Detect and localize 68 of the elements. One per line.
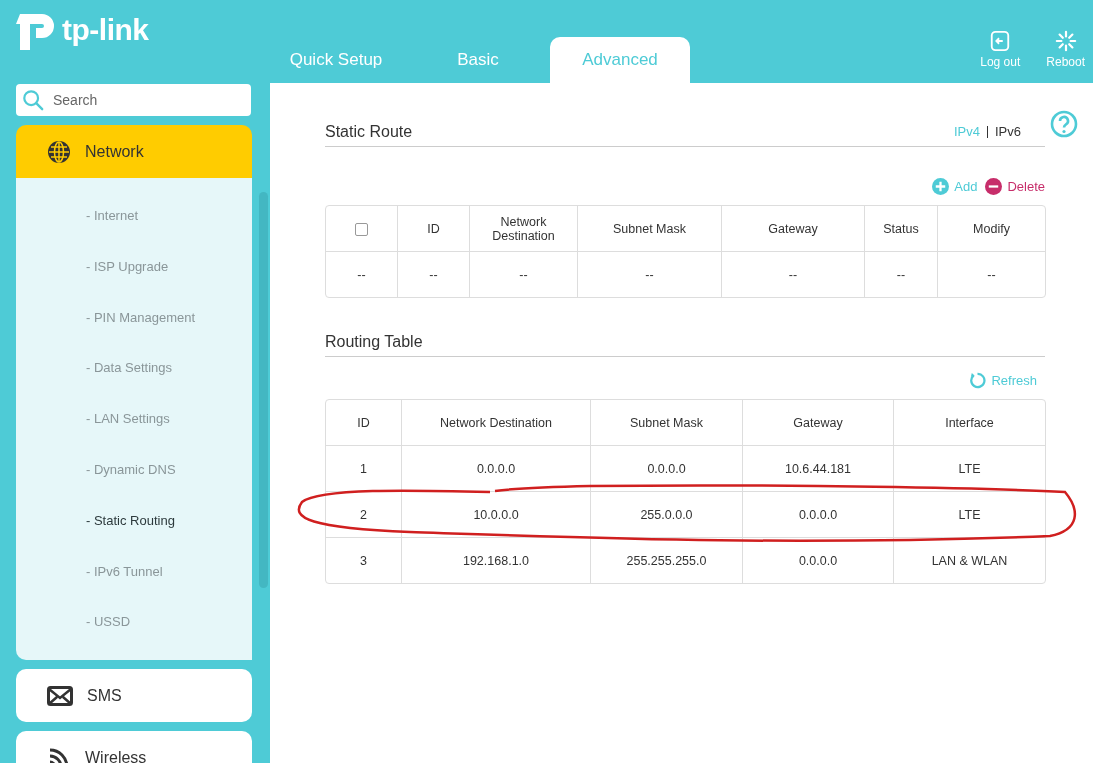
submenu-item[interactable]: - PIN Management [86, 292, 252, 344]
column-header: Subnet Mask [578, 206, 722, 252]
submenu-item[interactable]: - Dynamic DNS [86, 445, 252, 496]
table-cell: LTE [894, 446, 1045, 492]
column-header: Network Destination [470, 206, 578, 252]
table-cell: -- [470, 252, 578, 297]
delete-button[interactable]: Delete [985, 178, 1045, 195]
envelope-icon [47, 685, 73, 706]
column-header: Interface [894, 400, 1045, 446]
submenu-item[interactable]: - Internet [86, 191, 252, 242]
nav-tab[interactable]: Quick Setup [266, 37, 406, 83]
table-cell: 255.255.255.0 [591, 538, 743, 583]
submenu-item[interactable]: - ISP Upgrade [86, 241, 252, 293]
column-header: ID [398, 206, 470, 252]
refresh-button[interactable]: Refresh [969, 372, 1037, 389]
table-cell: LTE [894, 492, 1045, 538]
logout-button[interactable]: Log out [976, 30, 1025, 69]
sidebar-item[interactable]: Network [16, 125, 252, 178]
column-header: ID [326, 400, 402, 446]
help-icon[interactable] [1050, 110, 1078, 138]
reboot-button[interactable]: Reboot [1042, 30, 1089, 69]
version-link[interactable]: IPv4 [953, 124, 980, 139]
refresh-icon [969, 372, 987, 389]
table-cell: 0.0.0.0 [591, 446, 743, 492]
submenu-item[interactable]: - Static Routing [86, 495, 252, 547]
globe-icon [47, 139, 71, 164]
column-header: Gateway [722, 206, 865, 252]
table-cell: 255.0.0.0 [591, 492, 743, 538]
section-title: Static Route [325, 122, 413, 141]
column-header: Modify [938, 206, 1045, 252]
version-link[interactable]: IPv6 [995, 124, 1021, 139]
submenu-item[interactable]: - USSD [86, 597, 252, 649]
table-cell-text: -- [986, 266, 997, 284]
table-cell-text: LAN & WLAN [930, 552, 1009, 570]
submenu-item[interactable]: - Data Settings [86, 343, 252, 395]
table-cell: 10.6.44.181 [743, 446, 894, 492]
nav-tab[interactable]: Basic [408, 37, 548, 83]
logout-icon [989, 30, 1012, 52]
table-cell: 3 [326, 538, 402, 583]
table-cell: 1 [326, 446, 402, 492]
section-title: Routing Table [325, 332, 423, 351]
column-header: Network Destination [402, 400, 591, 446]
table-cell: 192.168.1.0 [402, 538, 591, 583]
reboot-icon [1054, 30, 1077, 52]
table-cell: -- [865, 252, 938, 297]
table-cell: -- [326, 252, 398, 297]
submenu-item[interactable]: - LAN Settings [86, 394, 252, 445]
select-all-checkbox[interactable] [355, 222, 368, 236]
logo-text: tp-link [62, 13, 149, 47]
column-header: Gateway [743, 400, 894, 446]
column-header: Status [865, 206, 938, 252]
table-cell: 0.0.0.0 [743, 538, 894, 583]
submenu-item[interactable]: - IPv6 Tunnel [86, 546, 252, 598]
column-header: Subnet Mask [591, 400, 743, 446]
table-cell: -- [578, 252, 722, 297]
sidebar-item[interactable]: Wireless [16, 731, 252, 763]
add-button[interactable]: Add [932, 178, 978, 195]
table-cell: -- [398, 252, 470, 297]
plus-icon [932, 178, 950, 195]
table-cell: 10.0.0.0 [402, 492, 591, 538]
search-field[interactable]: Search [16, 84, 251, 116]
table-cell: 2 [326, 492, 402, 538]
table-cell: -- [722, 252, 865, 297]
table-cell: 0.0.0.0 [402, 446, 591, 492]
nav-tab[interactable]: Advanced [550, 37, 690, 83]
table-cell: 0.0.0.0 [743, 492, 894, 538]
sidebar-item[interactable]: SMS [16, 669, 252, 722]
minus-icon [985, 178, 1003, 195]
